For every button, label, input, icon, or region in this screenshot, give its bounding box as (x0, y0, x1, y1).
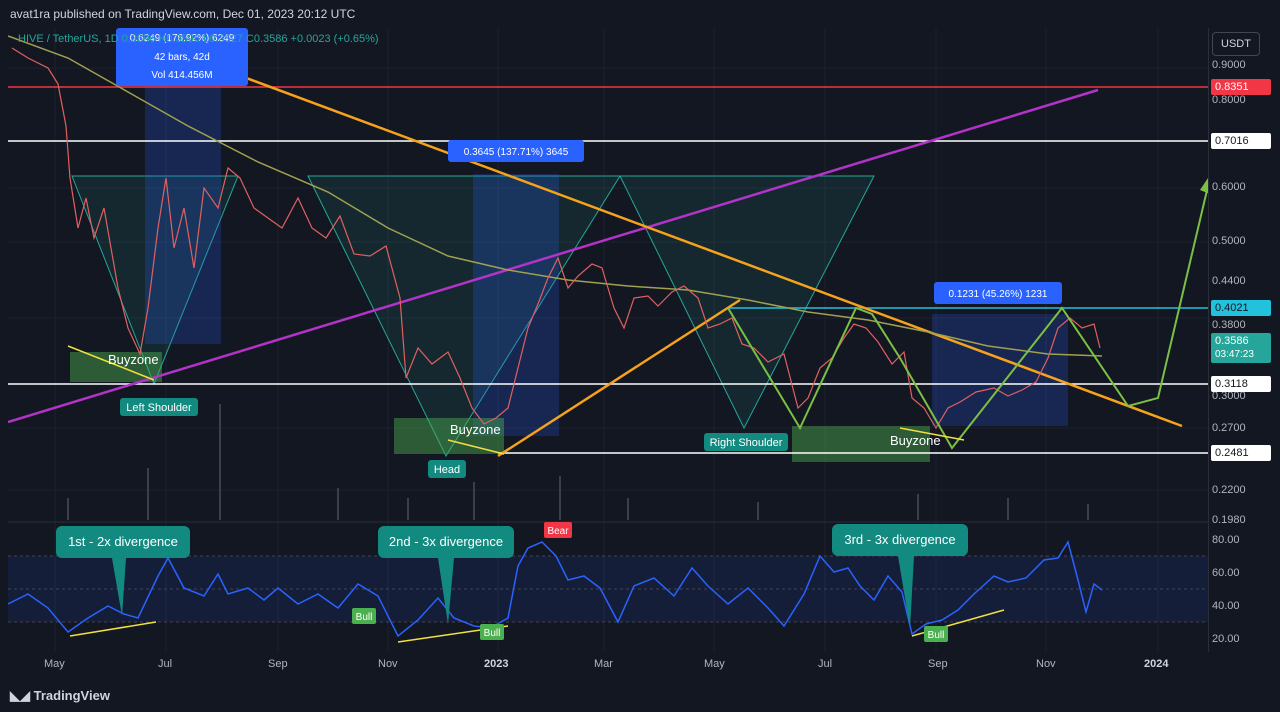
right-shoulder-label: Right Shoulder (710, 437, 783, 449)
bear-label: Bear (547, 526, 569, 537)
price-tag-red: 0.8351 (1211, 79, 1271, 95)
time-tick-4: 2023 (484, 658, 509, 670)
divergence-label-2: 2nd - 3x divergence (389, 534, 503, 549)
footer: ◣◢ TradingView (0, 680, 1280, 712)
orange-downtrend[interactable] (127, 32, 1183, 428)
time-tick-8: Sep (928, 658, 948, 670)
left-shoulder-label: Left Shoulder (126, 402, 192, 414)
price-tick-2: 0.6000 (1212, 181, 1246, 193)
price-tick-8: 0.2200 (1212, 484, 1246, 496)
rsi-tick-3: 20.00 (1212, 633, 1240, 645)
measure-box-2 (473, 174, 559, 436)
time-tick-0: May (44, 658, 65, 670)
publisher-text: avat1ra published on TradingView.com, De… (10, 7, 356, 21)
price-tick-1: 0.8000 (1212, 94, 1246, 106)
rsi-divergence-line-1 (69, 621, 157, 637)
time-tick-1: Jul (158, 658, 173, 670)
time-tick-2: Sep (268, 658, 288, 670)
rsi-tick-0: 80.00 (1212, 534, 1240, 546)
time-tick-5: Mar (594, 658, 613, 670)
countdown: 03:47:23 (1215, 349, 1254, 360)
buyzone-label-3: Buyzone (890, 433, 941, 448)
head-label: Head (434, 464, 460, 476)
tv-icon: ◣◢ (10, 688, 34, 703)
ohlc-legend: HIVE / TetherUS, 1D 0.3596 H0.3596 L0.35… (18, 33, 379, 45)
price-tick-4: 0.4400 (1212, 275, 1246, 287)
current-price: 0.3586 (1215, 335, 1249, 347)
bull-label-1: Bull (356, 612, 373, 623)
measure-box-1 (145, 86, 221, 344)
price-tag-current: 0.3586 03:47:23 (1211, 333, 1271, 363)
top-bar: avat1ra published on TradingView.com, De… (0, 0, 1280, 28)
measure-label-1-line3: Vol 414.456M (151, 70, 212, 81)
bull-label-2: Bull (484, 628, 501, 639)
measure-label-3: 0.1231 (45.26%) 1231 (949, 289, 1048, 300)
chart-area[interactable]: 0.6249 (176.92%) 6249 42 bars, 42d Vol 4… (7, 28, 1210, 652)
price-tag-white-1: 0.7016 (1211, 133, 1271, 149)
divergence-label-1: 1st - 2x divergence (68, 534, 178, 549)
chart-svg[interactable]: 0.6249 (176.92%) 6249 42 bars, 42d Vol 4… (7, 28, 1210, 652)
price-tick-7: 0.2700 (1212, 422, 1246, 434)
price-tick-0: 0.9000 (1212, 59, 1246, 71)
measure-label-2: 0.3645 (137.71%) 3645 (464, 147, 569, 158)
time-tick-3: Nov (378, 658, 398, 670)
price-tag-white-2: 0.3118 (1211, 376, 1271, 392)
time-tick-6: May (704, 658, 725, 670)
time-tick-7: Jul (818, 658, 833, 670)
price-tag-cyan: 0.4021 (1211, 300, 1271, 316)
currency-button[interactable]: USDT (1212, 32, 1260, 56)
time-tick-10: 2024 (1144, 658, 1169, 670)
tradingview-logo[interactable]: ◣◢ TradingView (10, 688, 110, 704)
bull-label-3: Bull (928, 630, 945, 641)
measure-label-1-line2: 42 bars, 42d (154, 52, 210, 63)
time-tick-9: Nov (1036, 658, 1056, 670)
price-tick-5: 0.3800 (1212, 319, 1246, 331)
price-tick-3: 0.5000 (1212, 235, 1246, 247)
right-shoulder-zone (619, 175, 875, 430)
buyzone-label-2: Buyzone (450, 422, 501, 437)
buyzone-label-1: Buyzone (108, 352, 159, 367)
price-tick-9: 0.1980 (1212, 514, 1246, 526)
divergence-label-3: 3rd - 3x divergence (844, 532, 955, 547)
price-tag-white-3: 0.2481 (1211, 445, 1271, 461)
rsi-tick-1: 60.00 (1212, 567, 1240, 579)
tradingview-logo-text: TradingView (33, 688, 110, 703)
rsi-tick-2: 40.00 (1212, 600, 1240, 612)
measure-box-3 (932, 314, 1068, 426)
projection-arrowhead (1200, 178, 1210, 194)
